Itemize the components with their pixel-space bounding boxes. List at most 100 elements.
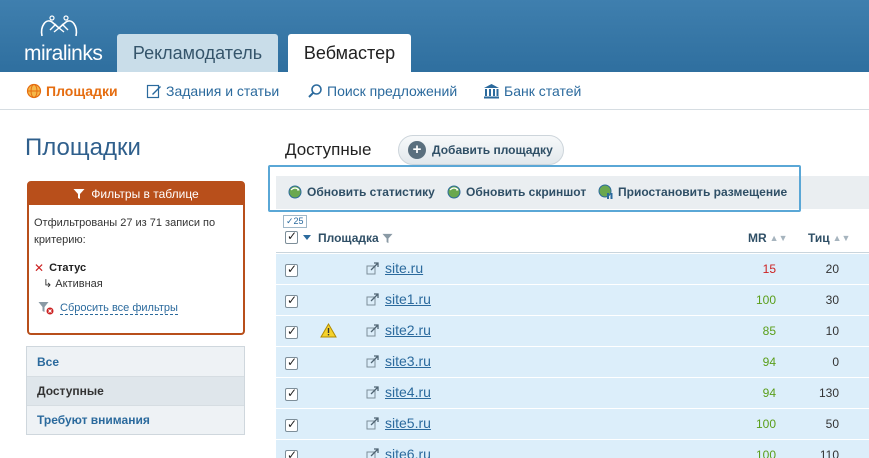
tab-webmaster[interactable]: Вебмастер	[288, 34, 411, 72]
table-header: Площадка MR ▲▼ Тиц ▲▼	[276, 222, 869, 253]
external-link-icon[interactable]	[366, 448, 379, 458]
tic-value: 10	[825, 324, 839, 338]
row-checkbox[interactable]	[285, 386, 298, 401]
update-screenshot-button[interactable]: Обновить скриншот	[446, 184, 586, 200]
subnav-label: Поиск предложений	[327, 83, 458, 99]
reset-filters-label: Сбросить все фильтры	[60, 301, 178, 315]
external-link-icon[interactable]	[366, 386, 379, 399]
mr-value: 15	[762, 262, 776, 276]
external-link-icon[interactable]	[366, 355, 379, 368]
table-row[interactable]: site5.ru 100 50	[276, 409, 869, 440]
select-all-checkbox[interactable]	[285, 229, 298, 244]
filter-criterion: ✕ Статус	[34, 261, 86, 275]
miralinks-logo[interactable]: miralinks	[24, 12, 103, 68]
column-header-tic[interactable]: Тиц ▲▼	[808, 231, 850, 245]
column-header-tic-label: Тиц	[808, 231, 830, 245]
subnav-label: Площадки	[46, 83, 118, 99]
mr-value: 85	[762, 324, 776, 338]
site-link[interactable]: site4.ru	[385, 384, 431, 400]
leftnav-item-all[interactable]: Все	[27, 347, 244, 376]
column-header-mr[interactable]: MR ▲▼	[748, 231, 788, 245]
table-row[interactable]: site1.ru 100 30	[276, 285, 869, 316]
selected-count: 25	[293, 216, 304, 226]
update-screenshot-label: Обновить скриншот	[466, 185, 587, 199]
mr-value: 100	[755, 293, 776, 307]
refresh-globe-icon	[288, 185, 302, 199]
row-checkbox[interactable]	[285, 355, 298, 370]
external-link-icon[interactable]	[366, 262, 379, 275]
table-row[interactable]: site3.ru 94 0	[276, 347, 869, 378]
subnav-item-search[interactable]: Поиск предложений	[307, 83, 457, 99]
pause-placement-label: Приостановить размещение	[618, 185, 788, 199]
tic-value: 110	[819, 448, 839, 458]
filter-criterion-label: Статус	[49, 262, 87, 274]
column-header-site[interactable]: Площадка	[318, 231, 393, 245]
column-header-mr-label: MR	[748, 231, 767, 245]
sub-navigation: Площадки Задания и статьи Поиск предложе…	[0, 72, 869, 110]
table-row[interactable]: site.ru 15 20	[276, 254, 869, 285]
site-link[interactable]: site.ru	[385, 260, 423, 276]
tab-advertiser[interactable]: Рекламодатель	[117, 34, 278, 72]
sort-icon: ▲▼	[832, 233, 851, 243]
page-title: Площадки	[25, 134, 141, 161]
select-menu-chevron-down-icon[interactable]	[303, 235, 311, 241]
column-header-site-label: Площадка	[318, 231, 379, 245]
subnav-item-article-bank[interactable]: Банк статей	[483, 83, 581, 99]
leftnav-item-available[interactable]: Доступные	[27, 376, 244, 405]
section-title: Доступные	[285, 140, 372, 159]
row-checkbox[interactable]	[285, 448, 298, 458]
logo-text: miralinks	[24, 42, 103, 65]
tic-value: 0	[832, 355, 839, 369]
external-link-icon[interactable]	[366, 417, 379, 430]
filter-criterion-value: ↳ Активная	[43, 277, 103, 290]
external-link-icon[interactable]	[366, 293, 379, 306]
site-link[interactable]: site5.ru	[385, 415, 431, 431]
subnav-label: Банк статей	[504, 83, 582, 99]
mr-value: 94	[762, 386, 776, 400]
selected-count-badge: ✓25	[283, 215, 307, 228]
table-row[interactable]: site2.ru 85 10	[276, 316, 869, 347]
bank-icon	[484, 84, 499, 99]
tic-value: 50	[825, 417, 839, 431]
add-site-button[interactable]: + Добавить площадку	[398, 135, 564, 165]
update-stats-button[interactable]: Обновить статистику	[287, 184, 435, 200]
filter-criterion-value-text: Активная	[55, 278, 103, 290]
sites-table: Площадка MR ▲▼ Тиц ▲▼ site.ru 15 20 site1.r…	[276, 215, 869, 458]
pause-globe-icon	[598, 184, 613, 199]
site-link[interactable]: site6.ru	[385, 446, 431, 458]
globe-icon	[26, 83, 42, 99]
leftnav-item-attention[interactable]: Требуют внимания	[27, 405, 244, 434]
filter-panel: Фильтры в таблице Отфильтрованы 27 из 71…	[27, 181, 245, 335]
row-checkbox[interactable]	[285, 417, 298, 432]
subnav-label: Задания и статьи	[166, 83, 280, 99]
site-status-nav: Все Доступные Требуют внимания	[26, 346, 245, 435]
sort-icon: ▲▼	[769, 233, 788, 243]
site-link[interactable]: site1.ru	[385, 291, 431, 307]
subnav-item-sites[interactable]: Площадки	[26, 83, 118, 99]
row-checkbox[interactable]	[285, 293, 298, 308]
mr-value: 100	[755, 448, 776, 458]
add-site-label: Добавить площадку	[432, 143, 553, 157]
mr-value: 94	[762, 355, 776, 369]
refresh-globe-icon	[447, 185, 461, 199]
site-link[interactable]: site3.ru	[385, 353, 431, 369]
filter-header-label: Фильтры в таблице	[91, 187, 199, 201]
table-row[interactable]: site4.ru 94 130	[276, 378, 869, 409]
table-row[interactable]: site6.ru 100 110	[276, 440, 869, 458]
update-stats-label: Обновить статистику	[307, 185, 435, 199]
funnel-icon[interactable]	[382, 233, 393, 244]
external-link-icon[interactable]	[366, 324, 379, 337]
warning-icon[interactable]	[320, 323, 337, 338]
clear-filter-icon	[38, 302, 54, 315]
tic-value: 30	[825, 293, 839, 307]
check-icon: ✓	[286, 216, 294, 226]
remove-criterion-icon[interactable]: ✕	[34, 261, 44, 275]
pause-placement-button[interactable]: Приостановить размещение	[598, 184, 787, 200]
row-checkbox[interactable]	[285, 324, 298, 339]
tic-value: 20	[825, 262, 839, 276]
site-link[interactable]: site2.ru	[385, 322, 431, 338]
top-header: miralinks Рекламодатель Вебмастер	[0, 0, 869, 72]
row-checkbox[interactable]	[285, 262, 298, 277]
reset-filters-link[interactable]: Сбросить все фильтры	[38, 301, 178, 315]
subnav-item-tasks[interactable]: Задания и статьи	[146, 83, 279, 99]
